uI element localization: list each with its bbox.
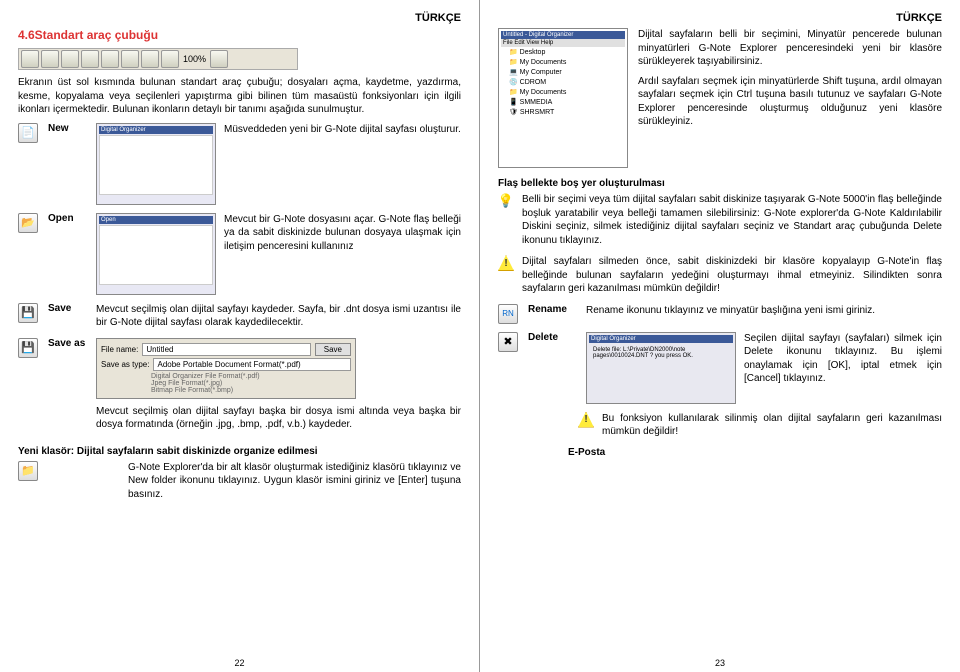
tb-undo-icon	[161, 50, 179, 68]
delete-dialog-screenshot: Digital Organizer Delete file: L:\Privat…	[586, 332, 736, 404]
drag-para2: Ardıl sayfaları seçmek için minyatürlerd…	[638, 75, 942, 129]
tree-menu: File Edit View Help	[501, 39, 625, 47]
tb-open-icon	[41, 50, 59, 68]
warn2-text: Bu fonksiyon kullanılarak silinmiş olan …	[602, 412, 942, 439]
delete-row: ✖ Delete Digital Organizer Delete file: …	[498, 332, 942, 404]
new-label: New	[48, 123, 88, 134]
tree-item: 📁 My Documents	[501, 57, 625, 67]
tb-new-icon	[21, 50, 39, 68]
new-desc: Müsveddeden yeni bir G-Note dijital sayf…	[224, 123, 461, 137]
tree-title: Untitled - Digital Organizer	[501, 31, 625, 39]
rename-label: Rename	[528, 304, 578, 315]
lang-header-left: TÜRKÇE	[18, 12, 461, 24]
saveas-row: 💾 Save as File name: Untitled Save Save …	[18, 338, 461, 438]
tree-item: 🛡 SHRSMRT	[501, 107, 625, 117]
save-desc: Mevcut seçilmiş olan dijital sayfayı kay…	[96, 303, 461, 330]
dialog-title: Digital Organizer	[589, 335, 733, 343]
dialog-text: Delete file: L:\Private\DN2000\note page…	[589, 343, 733, 363]
intro-text: Ekranın üst sol kısmında bulunan standar…	[18, 76, 461, 117]
filename-label: File name:	[101, 345, 138, 354]
delete-desc: Seçilen dijital sayfayı (sayfaları) silm…	[744, 332, 942, 386]
tb-print-icon	[81, 50, 99, 68]
type-list: Digital Organizer File Format(*.pdf) Jpe…	[101, 373, 351, 394]
tree-item: 📱 SMMEDIA	[501, 97, 625, 107]
left-page: TÜRKÇE 4.6Standart araç çubuğu 100% Ekra…	[0, 0, 480, 672]
right-page: TÜRKÇE Untitled - Digital Organizer File…	[480, 0, 960, 672]
flash-heading: Flaş bellekte boş yer oluşturulması	[498, 178, 942, 189]
warning-icon: !	[578, 412, 594, 428]
save-row: 💾 Save Mevcut seçilmiş olan dijital sayf…	[18, 303, 461, 330]
save-icon: 💾	[18, 303, 38, 323]
warn1-text: Dijital sayfaları silmeden önce, sabit d…	[522, 255, 942, 296]
tree-item: 💻 My Computer	[501, 67, 625, 77]
new-icon: 📄	[18, 123, 38, 143]
tb-copy-icon	[121, 50, 139, 68]
newfolder-icon: 📁	[18, 461, 38, 481]
saveas-icon: 💾	[18, 338, 38, 358]
open-label: Open	[48, 213, 88, 224]
saveas-label: Save as	[48, 338, 88, 349]
warn1-row: ! Dijital sayfaları silmeden önce, sabit…	[498, 255, 942, 296]
newfolder-heading: Yeni klasör: Dijital sayfaların sabit di…	[18, 446, 461, 457]
tree-item: 📁 My Documents	[501, 87, 625, 97]
newfolder-desc: G-Note Explorer'da bir alt klasör oluştu…	[48, 461, 461, 502]
tree-item: 💿 CDROM	[501, 77, 625, 87]
section-title: 4.6Standart araç çubuğu	[18, 28, 461, 42]
tb-zoom-text: 100%	[181, 54, 208, 64]
warning-icon: !	[498, 255, 514, 271]
tree-item: 📁 Desktop	[501, 47, 625, 57]
save-btn: Save	[315, 343, 351, 356]
saveas-desc: Mevcut seçilmiş olan dijital sayfayı baş…	[96, 405, 461, 432]
save-label: Save	[48, 303, 88, 314]
lightbulb-icon: 💡	[498, 193, 514, 209]
delete-icon: ✖	[498, 332, 518, 352]
tb-paste-icon	[141, 50, 159, 68]
new-screenshot: Digital Organizer	[96, 123, 216, 205]
page-num-right: 23	[480, 658, 960, 668]
new-row: 📄 New Digital Organizer Müsveddeden yeni…	[18, 123, 461, 205]
lang-header-right: TÜRKÇE	[498, 12, 942, 24]
open-desc: Mevcut bir G-Note dosyasını açar. G-Note…	[224, 213, 461, 254]
type-label: Save as type:	[101, 360, 149, 369]
tip-row: 💡 Belli bir seçimi veya tüm dijital sayf…	[498, 193, 942, 247]
open-icon: 📂	[18, 213, 38, 233]
type-field: Adobe Portable Document Format(*.pdf)	[153, 358, 351, 371]
eposta-heading: E-Posta	[568, 447, 942, 458]
newfolder-row: 📁 G-Note Explorer'da bir alt klasör oluş…	[18, 461, 461, 502]
delete-label: Delete	[528, 332, 578, 343]
rename-row: RN Rename Rename ikonunu tıklayınız ve m…	[498, 304, 942, 324]
open-screenshot: Open	[96, 213, 216, 295]
standard-toolbar-image: 100%	[18, 48, 298, 70]
open-row: 📂 Open Open Mevcut bir G-Note dosyasını …	[18, 213, 461, 295]
tree-items: 📁 Desktop 📁 My Documents 💻 My Computer 💿…	[501, 47, 625, 117]
tip1-text: Belli bir seçimi veya tüm dijital sayfal…	[522, 193, 942, 247]
tb-cut-icon	[101, 50, 119, 68]
rename-icon: RN	[498, 304, 518, 324]
drag-para1: Dijital sayfaların belli bir seçimini, M…	[638, 28, 942, 69]
rename-desc: Rename ikonunu tıklayınız ve minyatür ba…	[586, 304, 942, 318]
warn2-row: ! Bu fonksiyon kullanılarak silinmiş ola…	[498, 412, 942, 439]
page-num-left: 22	[0, 658, 479, 668]
saveas-dialog: File name: Untitled Save Save as type: A…	[96, 338, 356, 399]
tb-save-icon	[61, 50, 79, 68]
explorer-tree-screenshot: Untitled - Digital Organizer File Edit V…	[498, 28, 628, 168]
tb-extra-icon	[210, 50, 228, 68]
filename-field: Untitled	[142, 343, 310, 356]
